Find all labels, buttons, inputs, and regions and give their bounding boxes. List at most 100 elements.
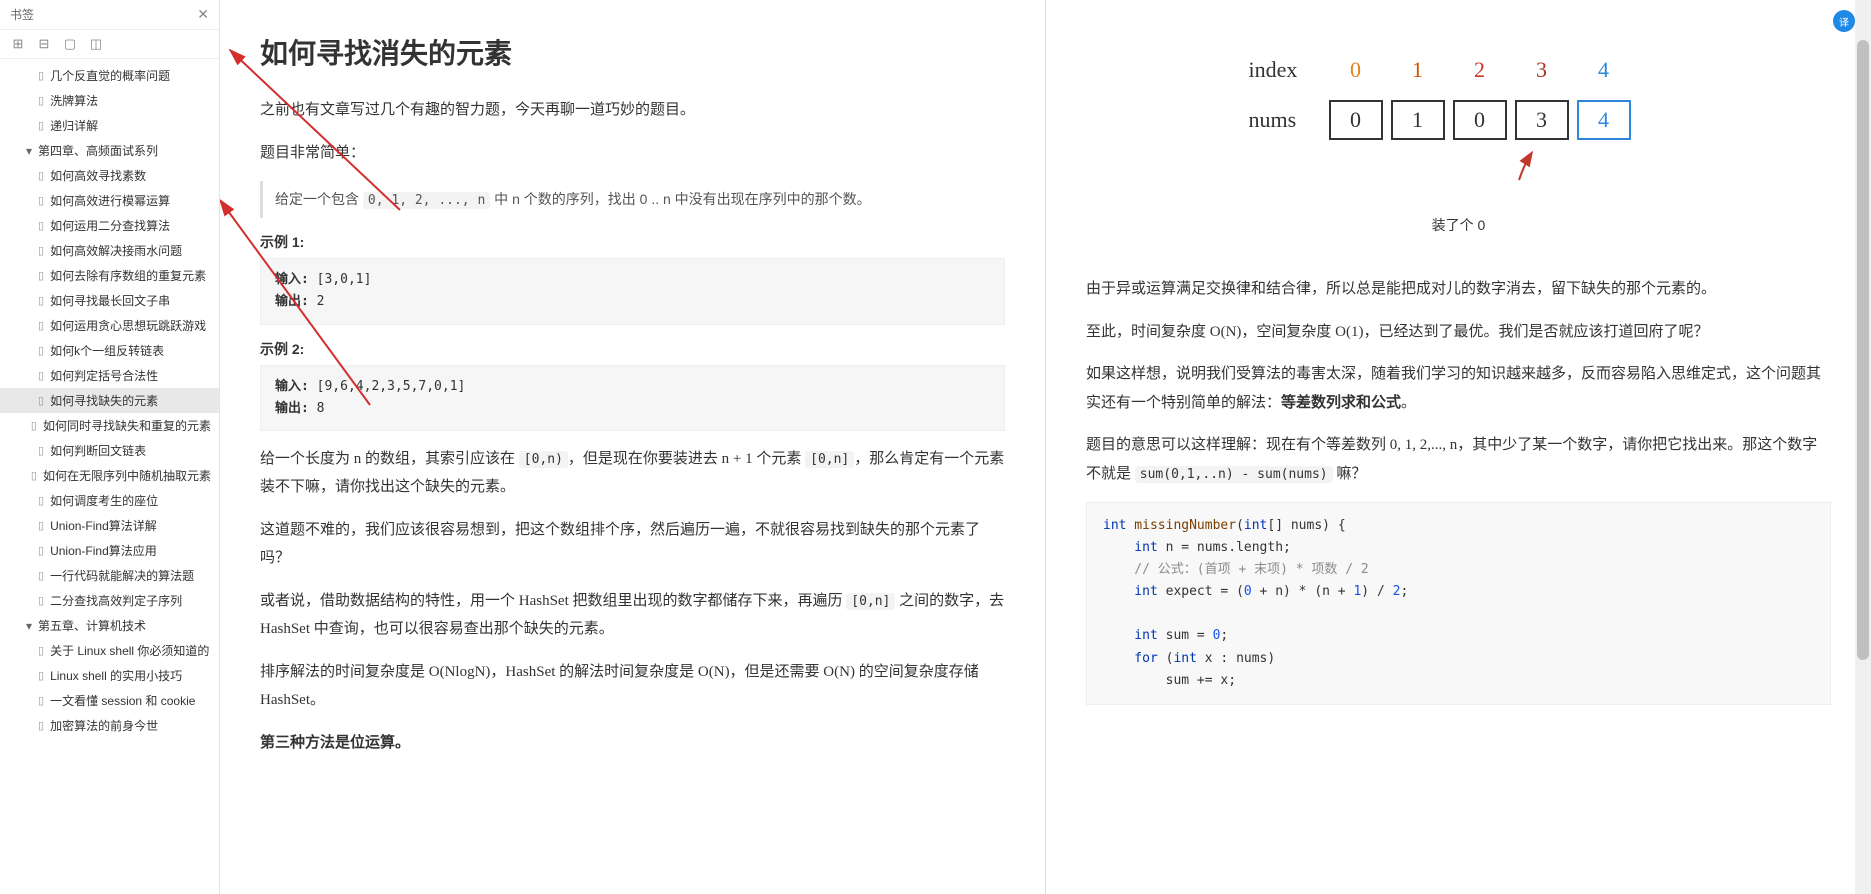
paragraph: 之前也有文章写过几个有趣的智力题，今天再聊一道巧妙的题目。 <box>260 96 1005 125</box>
bookmark-item[interactable]: ▯ 如何高效寻找素数 <box>0 163 219 188</box>
bookmark-label: 第五章、计算机技术 <box>38 617 146 634</box>
num-cell: 4 <box>1577 100 1631 140</box>
bookmark-label: 如何判定括号合法性 <box>50 367 158 384</box>
bookmark-item[interactable]: ▯如何判断回文链表 <box>0 438 219 463</box>
chapter-heading[interactable]: ▾第五章、计算机技术 <box>0 613 219 638</box>
example-2-block: 输入: [9,6,4,2,3,5,7,0,1] 输出: 8 <box>260 365 1005 431</box>
bookmark-item[interactable]: ▯ 关于 Linux shell 你必须知道的 <box>0 638 219 663</box>
index-cell: 1 <box>1391 50 1445 90</box>
index-cell: 4 <box>1577 50 1631 90</box>
nums-label: nums <box>1249 107 1329 133</box>
bookmark-label: 如何高效进行模幂运算 <box>50 192 170 209</box>
bookmark-item-icon: ▯ <box>38 594 44 607</box>
index-cell: 3 <box>1515 50 1569 90</box>
paragraph: 至此，时间复杂度 O(N)，空间复杂度 O(1)，已经达到了最优。我们是否就应该… <box>1086 318 1831 347</box>
example-2-label: 示例 2: <box>260 339 1005 359</box>
bookmark-item[interactable]: ▯一文看懂 session 和 cookie <box>0 688 219 713</box>
bookmark-item[interactable]: ▯ 如何在无限序列中随机抽取元素 <box>0 463 219 488</box>
sidebar-header: 书签 ✕ <box>0 0 219 30</box>
bookmark-item[interactable]: ▯ Union-Find算法详解 <box>0 513 219 538</box>
bookmark-item-icon: ▯ <box>38 394 44 407</box>
bookmark-item[interactable]: ▯如何运用贪心思想玩跳跃游戏 <box>0 313 219 338</box>
bookmark-item[interactable]: ▯如何判定括号合法性 <box>0 363 219 388</box>
bookmark-label: 如何判断回文链表 <box>50 442 146 459</box>
num-cell: 0 <box>1329 100 1383 140</box>
bookmark-label: 加密算法的前身今世 <box>50 717 158 734</box>
bookmark-label: 如何寻找最长回文子串 <box>50 292 170 309</box>
bookmark-label: Union-Find算法应用 <box>50 542 157 559</box>
bookmark-label: 如何同时寻找缺失和重复的元素 <box>43 417 211 434</box>
num-cell: 0 <box>1453 100 1507 140</box>
close-icon[interactable]: ✕ <box>197 6 209 23</box>
bookmark-item-icon: ▯ <box>38 494 44 507</box>
bookmark-label: 如何运用二分查找算法 <box>50 217 170 234</box>
translate-badge[interactable]: 译 <box>1833 10 1855 32</box>
bookmark-item[interactable]: ▯洗牌算法 <box>0 88 219 113</box>
bookmark-item-icon: ▯ <box>38 694 44 707</box>
bookmark-item[interactable]: ▯ Union-Find算法应用 <box>0 538 219 563</box>
collapse-icon[interactable]: ⊟ <box>36 36 52 52</box>
bookmark-item[interactable]: ▯如何去除有序数组的重复元素 <box>0 263 219 288</box>
bookmark-item[interactable]: ▯如何同时寻找缺失和重复的元素 <box>0 413 219 438</box>
bookmarks-tree[interactable]: ▯几个反直觉的概率问题▯洗牌算法▯递归详解▾第四章、高频面试系列▯如何高效寻找素… <box>0 59 219 894</box>
bookmark-item-icon: ▯ <box>38 519 44 532</box>
bookmark-item-icon: ▯ <box>38 294 44 307</box>
example-1-label: 示例 1: <box>260 232 1005 252</box>
bookmark-label: Linux shell 的实用小技巧 <box>50 667 182 684</box>
bookmark-item[interactable]: ▯递归详解 <box>0 113 219 138</box>
bookmark-item-icon: ▯ <box>38 194 44 207</box>
index-label: index <box>1249 57 1329 83</box>
bookmark-item-icon: ▯ <box>38 244 44 257</box>
bookmark-item[interactable]: ▯加密算法的前身今世 <box>0 713 219 738</box>
bookmark-item-icon: ▯ <box>38 69 44 82</box>
bookmark-item[interactable]: ▯ 如何寻找最长回文子串 <box>0 288 219 313</box>
bookmark-item[interactable]: ▯ 几个反直觉的概率问题 <box>0 63 219 88</box>
bookmark-item[interactable]: ▯ 一行代码就能解决的算法题 <box>0 563 219 588</box>
bookmark-item-icon: ▯ <box>38 94 44 107</box>
bookmark-label: Union-Find算法详解 <box>50 517 157 534</box>
example-1-block: 输入: [3,0,1] 输出: 2 <box>260 258 1005 324</box>
bookmark-label: 第四章、高频面试系列 <box>38 142 158 159</box>
bookmark-item[interactable]: ▯如何高效解决接雨水问题 <box>0 238 219 263</box>
bookmark-label: 如何在无限序列中随机抽取元素 <box>43 467 211 484</box>
curve-arrow-icon <box>1249 150 1669 184</box>
page-left: 如何寻找消失的元素 之前也有文章写过几个有趣的智力题，今天再聊一道巧妙的题目。 … <box>220 0 1046 894</box>
paragraph: 第三种方法是位运算。 <box>260 729 1005 758</box>
app-root: 书签 ✕ ⊞ ⊟ ▢ ◫ ▯几个反直觉的概率问题▯洗牌算法▯递归详解▾第四章、高… <box>0 0 1871 894</box>
bookmark-label: 如何k个一组反转链表 <box>50 342 164 359</box>
bookmark-item[interactable]: ▯ 如何高效进行模幂运算 <box>0 188 219 213</box>
bookmark-item[interactable]: ▯如何寻找缺失的元素 <box>0 388 219 413</box>
bookmark-item-icon: ▯ <box>38 169 44 182</box>
bookmark-label: 几个反直觉的概率问题 <box>50 67 170 84</box>
bookmark-item-icon: ▯ <box>31 469 37 482</box>
bookmark-label: 递归详解 <box>50 117 98 134</box>
bookmark-label: 一行代码就能解决的算法题 <box>50 567 194 584</box>
chevron-down-icon: ▾ <box>26 619 38 633</box>
chapter-heading[interactable]: ▾第四章、高频面试系列 <box>0 138 219 163</box>
num-cell: 3 <box>1515 100 1569 140</box>
bookmark-item[interactable]: ▯二分查找高效判定子序列 <box>0 588 219 613</box>
bookmark-item-icon: ▯ <box>38 569 44 582</box>
bookmark-icon[interactable]: ◫ <box>88 36 104 52</box>
expand-icon[interactable]: ⊞ <box>10 36 26 52</box>
bookmark-label: 关于 Linux shell 你必须知道的 <box>50 642 209 659</box>
bookmark-label: 如何运用贪心思想玩跳跃游戏 <box>50 317 206 334</box>
bookmark-item-icon: ▯ <box>38 544 44 557</box>
scrollbar-track[interactable] <box>1855 0 1871 894</box>
index-cell: 0 <box>1329 50 1383 90</box>
scrollbar-thumb[interactable] <box>1857 40 1869 660</box>
bookmark-add-icon[interactable]: ▢ <box>62 36 78 52</box>
paragraph: 由于异或运算满足交换律和结合律，所以总是能把成对儿的数字消去，留下缺失的那个元素… <box>1086 275 1831 304</box>
bookmark-label: 如何高效寻找素数 <box>50 167 146 184</box>
bookmark-item[interactable]: ▯如何运用二分查找算法 <box>0 213 219 238</box>
bookmark-item[interactable]: ▯如何k个一组反转链表 <box>0 338 219 363</box>
bookmarks-sidebar: 书签 ✕ ⊞ ⊟ ▢ ◫ ▯几个反直觉的概率问题▯洗牌算法▯递归详解▾第四章、高… <box>0 0 220 894</box>
bookmark-label: 如何去除有序数组的重复元素 <box>50 267 206 284</box>
page-right: 译 index 01234 nums 01034 装了个 0 由于异或运算满足交… <box>1046 0 1871 894</box>
bookmark-item[interactable]: ▯如何调度考生的座位 <box>0 488 219 513</box>
bookmark-item[interactable]: ▯Linux shell 的实用小技巧 <box>0 663 219 688</box>
bookmark-item-icon: ▯ <box>38 644 44 657</box>
index-nums-diagram: index 01234 nums 01034 装了个 0 <box>1249 50 1669 235</box>
chevron-down-icon: ▾ <box>26 144 38 158</box>
content-area: 如何寻找消失的元素 之前也有文章写过几个有趣的智力题，今天再聊一道巧妙的题目。 … <box>220 0 1871 894</box>
